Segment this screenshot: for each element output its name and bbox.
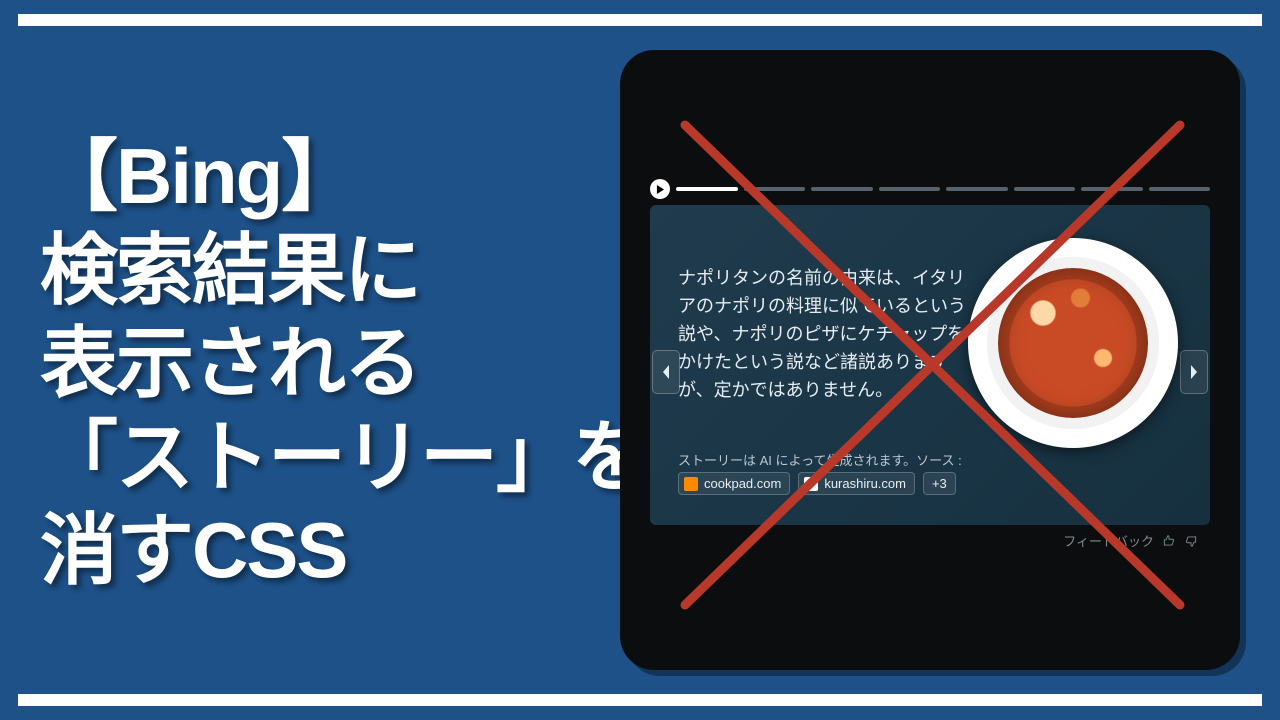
favicon-icon <box>804 477 818 491</box>
progress-segment-6[interactable] <box>1014 187 1076 191</box>
progress-segment-8[interactable] <box>1149 187 1211 191</box>
source-chip-more[interactable]: +3 <box>923 472 956 495</box>
progress-segment-3[interactable] <box>811 187 873 191</box>
pasta-illustration <box>998 268 1148 418</box>
chip-label: kurashiru.com <box>824 476 906 491</box>
story-progress-bar <box>650 178 1210 200</box>
ai-source-label: ストーリーは AI によって生成されます。ソース : <box>678 450 962 469</box>
prev-button[interactable] <box>652 350 680 394</box>
progress-segment-7[interactable] <box>1081 187 1143 191</box>
source-chip-kurashiru[interactable]: kurashiru.com <box>798 472 915 495</box>
source-chips: cookpad.com kurashiru.com +3 <box>678 472 956 495</box>
story-card: ナポリタンの名前の由来は、イタリアのナポリの料理に似ているという説や、ナポリのピ… <box>620 50 1240 670</box>
play-button[interactable] <box>650 179 670 199</box>
next-button[interactable] <box>1180 350 1208 394</box>
title-line-1: 【Bing】 <box>40 130 648 224</box>
border-bottom <box>18 694 1262 706</box>
title-line-3: 表示される <box>40 317 648 411</box>
favicon-icon <box>684 477 698 491</box>
feedback-label: フィードバック <box>1063 531 1154 550</box>
chevron-left-icon <box>661 365 671 379</box>
progress-segment-4[interactable] <box>879 187 941 191</box>
title-line-2: 検索結果に <box>40 224 648 318</box>
chevron-right-icon <box>1189 365 1199 379</box>
chip-label: cookpad.com <box>704 476 781 491</box>
thumb-up-icon[interactable] <box>1162 534 1176 548</box>
border-top <box>18 14 1262 26</box>
chip-label: +3 <box>932 476 947 491</box>
title-block: 【Bing】 検索結果に 表示される 「ストーリー」を 消すCSS <box>40 130 648 598</box>
title-line-4: 「ストーリー」を <box>40 411 648 505</box>
progress-segment-2[interactable] <box>744 187 806 191</box>
feedback-row: フィードバック <box>1063 531 1198 550</box>
title-line-5: 消すCSS <box>40 504 648 598</box>
story-body-text: ナポリタンの名前の由来は、イタリアのナポリの料理に似ているという説や、ナポリのピ… <box>678 265 978 404</box>
progress-segment-1[interactable] <box>676 187 738 191</box>
thumb-down-icon[interactable] <box>1184 534 1198 548</box>
source-chip-cookpad[interactable]: cookpad.com <box>678 472 790 495</box>
play-icon <box>656 185 665 194</box>
story-image <box>968 238 1178 448</box>
progress-segment-5[interactable] <box>946 187 1008 191</box>
